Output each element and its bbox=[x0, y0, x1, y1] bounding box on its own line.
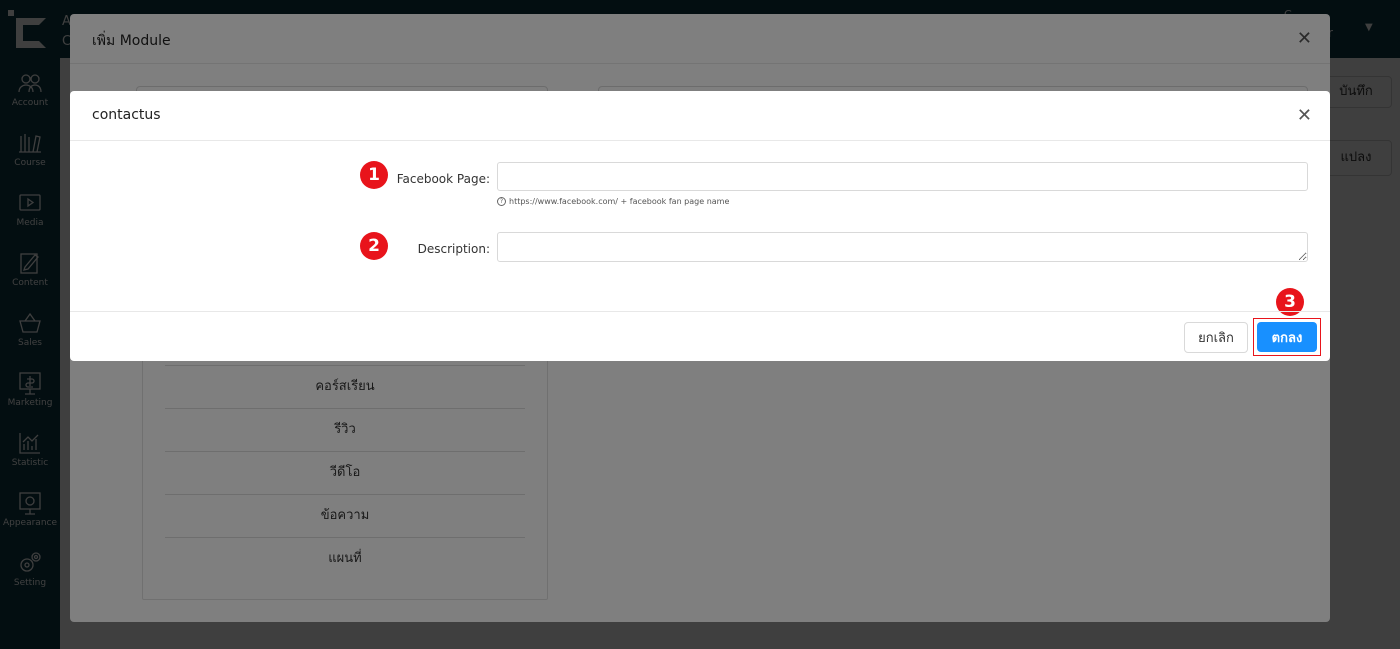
ok-button[interactable]: ตกลง bbox=[1257, 322, 1317, 352]
facebook-page-hint: ? https://www.facebook.com/ + facebook fa… bbox=[497, 197, 729, 206]
cancel-button[interactable]: ยกเลิก bbox=[1184, 322, 1248, 353]
contactus-modal: contactus ✕ 1 Facebook Page: ? https://ww… bbox=[70, 91, 1330, 361]
question-circle-icon: ? bbox=[497, 197, 506, 206]
ok-button-highlight: ตกลง bbox=[1253, 318, 1321, 356]
contactus-footer: ยกเลิก ตกลง bbox=[70, 311, 1330, 361]
contactus-title: contactus bbox=[92, 107, 161, 123]
contactus-header: contactus ✕ bbox=[70, 91, 1330, 141]
close-icon[interactable]: ✕ bbox=[1297, 105, 1312, 126]
facebook-page-label: Facebook Page: bbox=[396, 172, 490, 186]
facebook-page-input[interactable] bbox=[497, 162, 1308, 191]
description-label: Description: bbox=[417, 242, 490, 256]
description-input[interactable] bbox=[497, 232, 1308, 262]
